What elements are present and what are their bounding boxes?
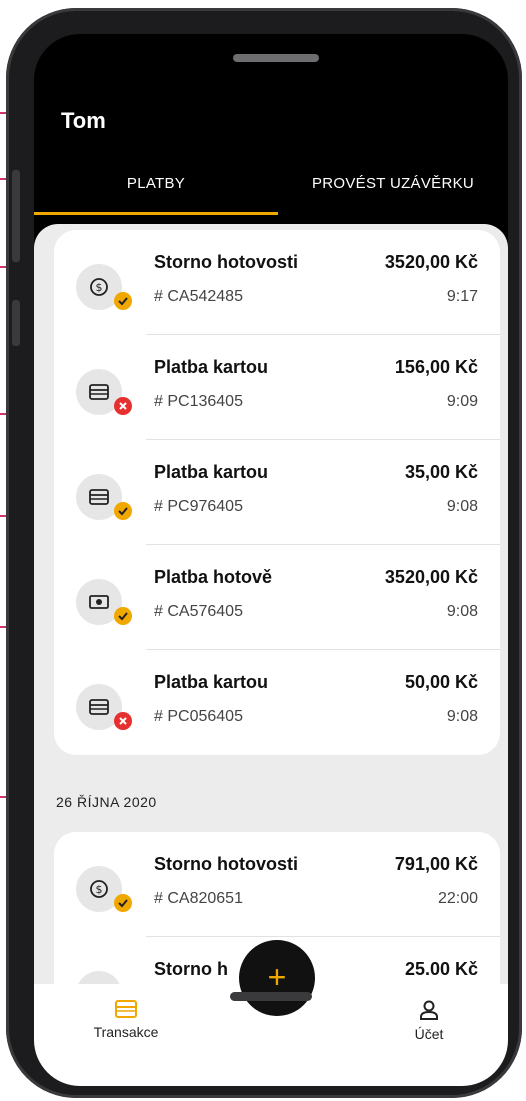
transaction-time: 9:17 (446, 288, 478, 305)
transaction-row[interactable]: Platba hotově # CA576405 3520,00 Kč 9:08 (54, 545, 500, 650)
refund-dollar-icon (76, 971, 122, 984)
transaction-title: Storno hotovosti (154, 252, 298, 272)
transaction-row[interactable]: Platba kartou # PC056405 50,00 Kč 9:08 (54, 650, 500, 755)
success-check-icon (114, 607, 132, 625)
transaction-amount: 3520,00 Kč (384, 567, 478, 587)
success-check-icon (114, 292, 132, 310)
transaction-id: # PC056405 (154, 708, 243, 725)
failed-x-icon (114, 397, 132, 415)
transaction-amount: 35,00 Kč (404, 462, 478, 482)
tab-provest-uzaverku[interactable]: PROVÉST UZÁVĚRKU (278, 164, 508, 214)
transaction-time: 9:08 (446, 603, 478, 620)
phone-frame: Tom PLATBY PROVÉST UZÁVĚRKU $ Storno hot… (6, 8, 522, 1098)
transaction-title: Platba kartou (154, 357, 269, 377)
transaction-amount: 156,00 Kč (394, 357, 478, 377)
svg-text:$: $ (96, 281, 103, 294)
volume-button (12, 170, 20, 262)
transaction-time: 9:08 (446, 498, 478, 515)
transaction-title: Platba kartou (154, 462, 269, 482)
nav-transakce[interactable]: Transakce (86, 1000, 166, 1040)
transaction-id: # CA576405 (154, 603, 243, 620)
refund-dollar-icon: $ (76, 264, 132, 310)
transaction-title: Storno h (154, 959, 228, 979)
nav-ucet[interactable]: Účet (389, 1000, 469, 1042)
cash-icon (76, 579, 132, 625)
date-section-header: 26 ŘÍJNA 2020 (56, 794, 157, 810)
transactions-card-today: $ Storno hotovosti # CA542485 3520,00 Kč… (54, 230, 500, 755)
power-button (12, 300, 20, 346)
success-check-icon (114, 502, 132, 520)
person-icon (420, 1000, 438, 1020)
transaction-amount: 791,00 Kč (394, 854, 478, 874)
transaction-id: # CA542485 (154, 288, 243, 305)
plus-icon: + (267, 959, 287, 995)
transaction-time: 9:08 (446, 708, 478, 725)
transaction-id: # CA820651 (154, 890, 243, 907)
credit-card-icon (76, 474, 132, 520)
success-check-icon (114, 894, 132, 912)
svg-text:$: $ (96, 883, 103, 896)
app-screen: Tom PLATBY PROVÉST UZÁVĚRKU $ Storno hot… (34, 34, 508, 1086)
transaction-amount: 50,00 Kč (404, 672, 478, 692)
home-indicator (230, 992, 312, 1001)
transaction-time: 22:00 (437, 890, 478, 907)
failed-x-icon (114, 712, 132, 730)
credit-card-icon (76, 369, 132, 415)
transaction-amount: 3520,00 Kč (384, 252, 478, 272)
transaction-amount: 25.00 Kč (404, 959, 478, 979)
transaction-list[interactable]: $ Storno hotovosti # CA542485 3520,00 Kč… (34, 224, 508, 984)
nav-label: Transakce (93, 1024, 159, 1040)
transaction-row[interactable]: $ Storno hotovosti # CA542485 3520,00 Kč… (54, 230, 500, 335)
speaker-grille (233, 54, 319, 62)
active-tab-indicator (34, 212, 278, 215)
transaction-row[interactable]: Platba kartou # PC136405 156,00 Kč 9:09 (54, 335, 500, 440)
transaction-row[interactable]: Platba kartou # PC976405 35,00 Kč 9:08 (54, 440, 500, 545)
page-title: Tom (61, 108, 106, 133)
nav-label: Účet (414, 1026, 444, 1042)
transaction-time: 9:09 (446, 393, 478, 410)
tab-bar: PLATBY PROVÉST UZÁVĚRKU (34, 164, 508, 218)
transaction-title: Storno hotovosti (154, 854, 298, 874)
card-icon (115, 1000, 137, 1018)
transaction-row[interactable]: $ Storno hotovosti # CA820651 791,00 Kč … (54, 832, 500, 937)
tab-platby[interactable]: PLATBY (34, 164, 278, 214)
transaction-id: # PC976405 (154, 498, 243, 515)
add-transaction-button[interactable]: + (239, 940, 315, 1016)
transaction-title: Platba kartou (154, 672, 269, 692)
transaction-title: Platba hotově (154, 567, 273, 587)
refund-dollar-icon: $ (76, 866, 132, 912)
credit-card-icon (76, 684, 132, 730)
transaction-id: # PC136405 (154, 393, 243, 410)
